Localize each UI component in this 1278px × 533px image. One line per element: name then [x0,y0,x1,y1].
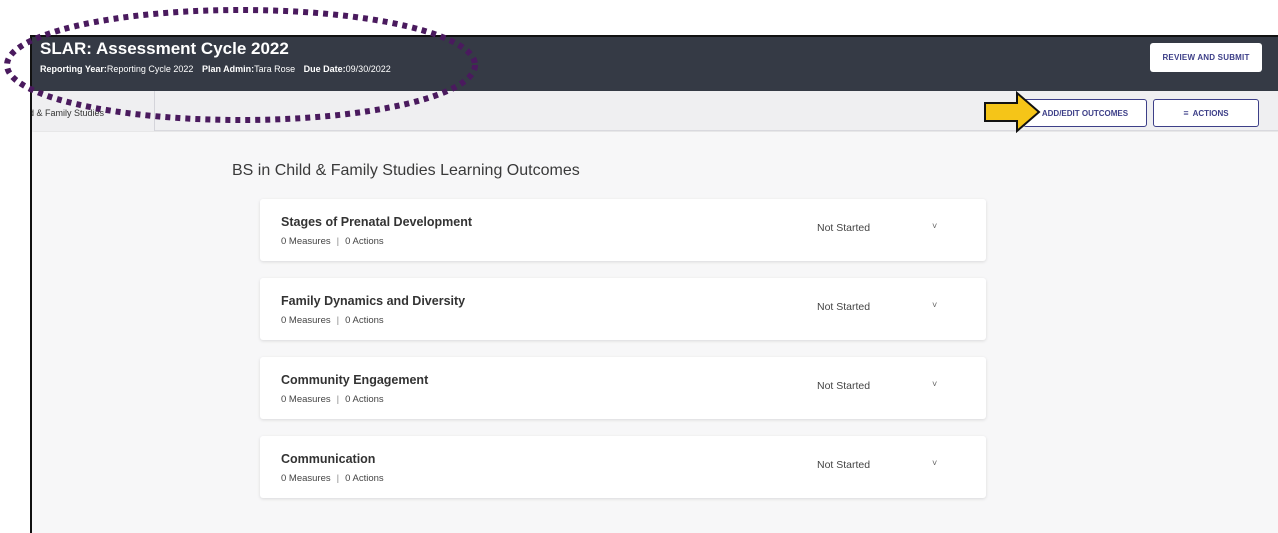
outcome-card[interactable]: Family Dynamics and Diversity 0 Measures… [260,278,986,340]
outcome-card[interactable]: Community Engagement 0 Measures | 0 Action… [260,357,986,419]
separator: | [336,315,340,326]
separator: | [336,473,340,484]
chevron-down-icon[interactable]: ˅ [932,379,937,389]
measures-count: 0 Measures [281,394,331,405]
add-edit-outcomes-button[interactable]: ADD/EDIT OUTCOMES [1023,99,1147,127]
main-content: BS in Child & Family Studies Learning Ou… [32,132,1278,533]
outcome-title: Family Dynamics and Diversity [281,294,466,308]
measures-count: 0 Measures [281,473,331,484]
status-label: Not Started [817,459,871,471]
separator: | [336,236,340,247]
actions-count: 0 Actions [345,473,384,484]
outcome-counts: 0 Measures | 0 Actions [281,473,384,484]
outcome-title: Communication [281,452,376,466]
review-and-submit-button[interactable]: REVIEW AND SUBMIT [1150,43,1262,72]
actions-count: 0 Actions [345,236,384,247]
outcome-counts: 0 Measures | 0 Actions [281,236,384,247]
outcome-card[interactable]: Communication 0 Measures | 0 Actions Not S… [260,436,986,498]
actions-count: 0 Actions [345,315,384,326]
status-label: Not Started [817,301,871,313]
outcome-counts: 0 Measures | 0 Actions [281,315,384,326]
separator: | [336,394,340,405]
outcome-title: Stages of Prenatal Development [281,215,473,229]
arrow-right-icon [984,91,1041,133]
chevron-down-icon[interactable]: ˅ [932,221,937,231]
outcome-card[interactable]: Stages of Prenatal Development 0 Measure… [260,199,986,261]
measures-count: 0 Measures [281,315,331,326]
actions-count: 0 Actions [345,394,384,405]
actions-button[interactable]: ≡ ACTIONS [1153,99,1259,127]
dotted-ellipse-annotation [4,7,478,123]
outcome-title: Community Engagement [281,373,429,387]
status-label: Not Started [817,380,871,392]
list-icon: ≡ [1183,108,1189,118]
chevron-down-icon[interactable]: ˅ [932,458,937,468]
status-label: Not Started [817,222,871,234]
section-title: BS in Child & Family Studies Learning Ou… [232,162,580,179]
outcome-counts: 0 Measures | 0 Actions [281,394,384,405]
actions-button-label: ACTIONS [1192,108,1229,118]
chevron-down-icon[interactable]: ˅ [932,300,937,310]
measures-count: 0 Measures [281,236,331,247]
